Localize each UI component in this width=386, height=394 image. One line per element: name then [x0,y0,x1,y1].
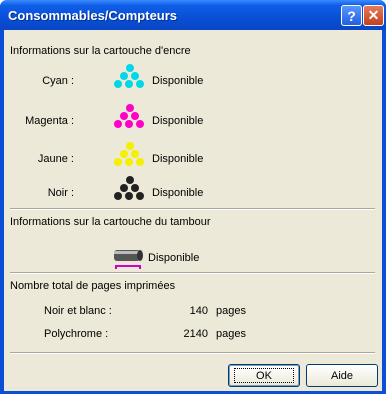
title-bar[interactable]: Consommables/Compteurs ? ✕ [0,0,386,30]
counter-label-color: Polychrome : [44,328,109,340]
separator [10,352,375,354]
ink-label-magenta: Magenta : [25,115,74,127]
counter-unit-color: pages [216,328,246,340]
ink-label-noir: Noir : [47,187,74,199]
yellow-ink-icon [114,142,146,170]
counter-label-mono: Noir et blanc : [44,305,112,317]
dialog-body: Informations sur la cartouche d'encre Cy… [4,30,382,391]
black-ink-icon [114,176,146,204]
ink-section-title: Informations sur la cartouche d'encre [10,45,191,57]
help-button[interactable]: ? [341,5,362,26]
help-text-button[interactable]: Aide [306,364,378,387]
close-button[interactable]: ✕ [363,5,384,26]
ok-button-label: OK [234,368,294,383]
ink-status-jaune: Disponible [152,153,204,165]
counter-value-color: 2140 [183,328,208,340]
page-count-section-title: Nombre total de pages imprimées [10,280,176,292]
cyan-ink-icon [114,64,146,92]
dialog-window: Consommables/Compteurs ? ✕ Informations … [0,0,386,394]
ink-status-magenta: Disponible [152,115,204,127]
ink-label-jaune: Jaune : [37,153,74,165]
magenta-ink-icon [114,104,146,132]
window-title: Consommables/Compteurs [8,8,178,23]
drum-cartridge-icon [114,250,143,269]
counter-unit-mono: pages [216,305,246,317]
ok-button[interactable]: OK [228,364,300,387]
drum-section-title: Informations sur la cartouche du tambour [10,216,211,228]
separator [10,272,375,274]
ink-status-cyan: Disponible [152,75,204,87]
counter-value-mono: 140 [189,305,208,317]
drum-status: Disponible [148,252,200,264]
separator [10,208,375,210]
ink-status-noir: Disponible [152,187,204,199]
ink-label-cyan: Cyan : [42,75,74,87]
